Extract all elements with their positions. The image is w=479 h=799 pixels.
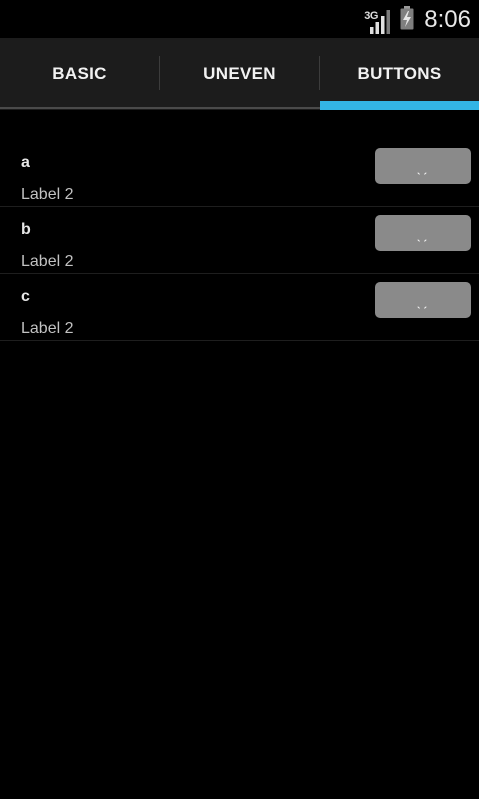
item-title: b xyxy=(21,221,31,238)
item-subtitle: Label 2 xyxy=(21,320,74,337)
tab-buttons[interactable]: BUTTONS xyxy=(320,38,479,110)
status-bar: 3G 8:06 xyxy=(0,0,479,38)
item-list: a Label 2 ˎˏ b Label 2 ˎˏ c Label 2 ˎˏ xyxy=(0,140,479,341)
row-action-button[interactable]: ˎˏ xyxy=(375,215,471,251)
tab-basic[interactable]: BASIC xyxy=(0,38,159,110)
item-title: a xyxy=(21,154,30,171)
tab-bar: BASIC UNEVEN BUTTONS xyxy=(0,38,479,110)
item-subtitle: Label 2 xyxy=(21,186,74,203)
row-button-label: ˎˏ xyxy=(417,228,429,242)
clock: 8:06 xyxy=(424,6,471,33)
list-item: c Label 2 ˎˏ xyxy=(0,274,479,341)
signal-icon: 3G xyxy=(364,4,392,34)
status-icons: 3G 8:06 xyxy=(364,0,471,38)
list-item: a Label 2 ˎˏ xyxy=(0,140,479,207)
list-item: b Label 2 ˎˏ xyxy=(0,207,479,274)
battery-charging-icon xyxy=(400,5,414,35)
row-action-button[interactable]: ˎˏ xyxy=(375,282,471,318)
row-action-button[interactable]: ˎˏ xyxy=(375,148,471,184)
row-button-label: ˎˏ xyxy=(417,295,429,309)
row-button-label: ˎˏ xyxy=(417,161,429,175)
item-title: c xyxy=(21,288,30,305)
tab-uneven[interactable]: UNEVEN xyxy=(160,38,319,110)
selected-tab-indicator xyxy=(320,101,479,110)
item-subtitle: Label 2 xyxy=(21,253,74,270)
